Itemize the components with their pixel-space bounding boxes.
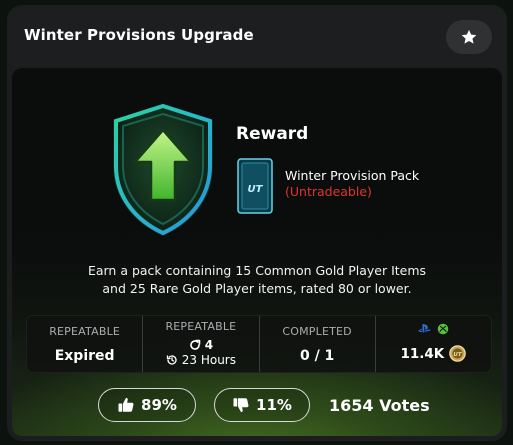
objective-card: Winter Provisions Upgrade Reward UT Wint… (8, 6, 506, 440)
vote-down-button[interactable]: 11% (214, 388, 310, 422)
upgrade-arrow-badge-icon (113, 103, 213, 236)
stat-value: 0 / 1 (299, 348, 335, 364)
stat-value: Expired (54, 348, 115, 364)
stat-label: REPEATABLE (49, 325, 121, 338)
price-row: 11.4K UT (376, 345, 491, 362)
playstation-icon (418, 324, 431, 333)
repeat-count: 4 (204, 338, 214, 352)
repeat-timer-row: 23 Hours (143, 353, 258, 367)
stat-completed: COMPLETED 0 / 1 (260, 316, 376, 372)
svg-text:UT: UT (248, 184, 264, 195)
card-header: Winter Provisions Upgrade (8, 6, 506, 66)
votes-total: 1654 Votes (329, 396, 430, 415)
reward-heading: Reward (236, 124, 309, 144)
svg-text:UT: UT (454, 352, 463, 358)
pack-card-icon: UT (237, 158, 273, 214)
description-line-2: and 25 Rare Gold Player items, rated 80 … (102, 281, 412, 296)
stat-price: 11.4K UT (376, 316, 491, 372)
favorite-button[interactable] (446, 20, 492, 54)
ut-coin-icon: UT (449, 345, 467, 362)
vote-down-percent: 11% (256, 396, 292, 414)
vote-up-button[interactable]: 89% (98, 388, 196, 422)
objective-title: Winter Provisions Upgrade (24, 26, 254, 44)
stats-bar: REPEATABLE Expired REPEATABLE 4 23 Hours… (26, 315, 492, 373)
refresh-icon (189, 339, 200, 350)
objective-panel: Reward UT Winter Provision Pack (Untrade… (12, 68, 502, 436)
stat-repeatable-expired: REPEATABLE Expired (27, 316, 144, 372)
price-value: 11.4K (400, 345, 445, 362)
thumbs-down-icon (233, 398, 249, 413)
platform-icons (376, 323, 491, 335)
xbox-icon (437, 323, 449, 335)
description-line-1: Earn a pack containing 15 Common Gold Pl… (87, 263, 427, 278)
pack-name: Winter Provision Pack (285, 168, 420, 183)
thumbs-up-icon (118, 397, 134, 412)
stat-repeatable-count: REPEATABLE 4 23 Hours (143, 316, 260, 372)
history-clock-icon (166, 355, 177, 365)
repeat-count-row: 4 (143, 338, 258, 352)
objective-description: Earn a pack containing 15 Common Gold Pl… (12, 262, 502, 298)
stat-label: COMPLETED (282, 325, 352, 338)
pack-tradeability: (Untradeable) (285, 184, 372, 199)
star-icon (461, 29, 477, 44)
vote-up-percent: 89% (141, 396, 177, 414)
stat-label: REPEATABLE (165, 320, 237, 333)
repeat-timer: 23 Hours (181, 353, 236, 367)
